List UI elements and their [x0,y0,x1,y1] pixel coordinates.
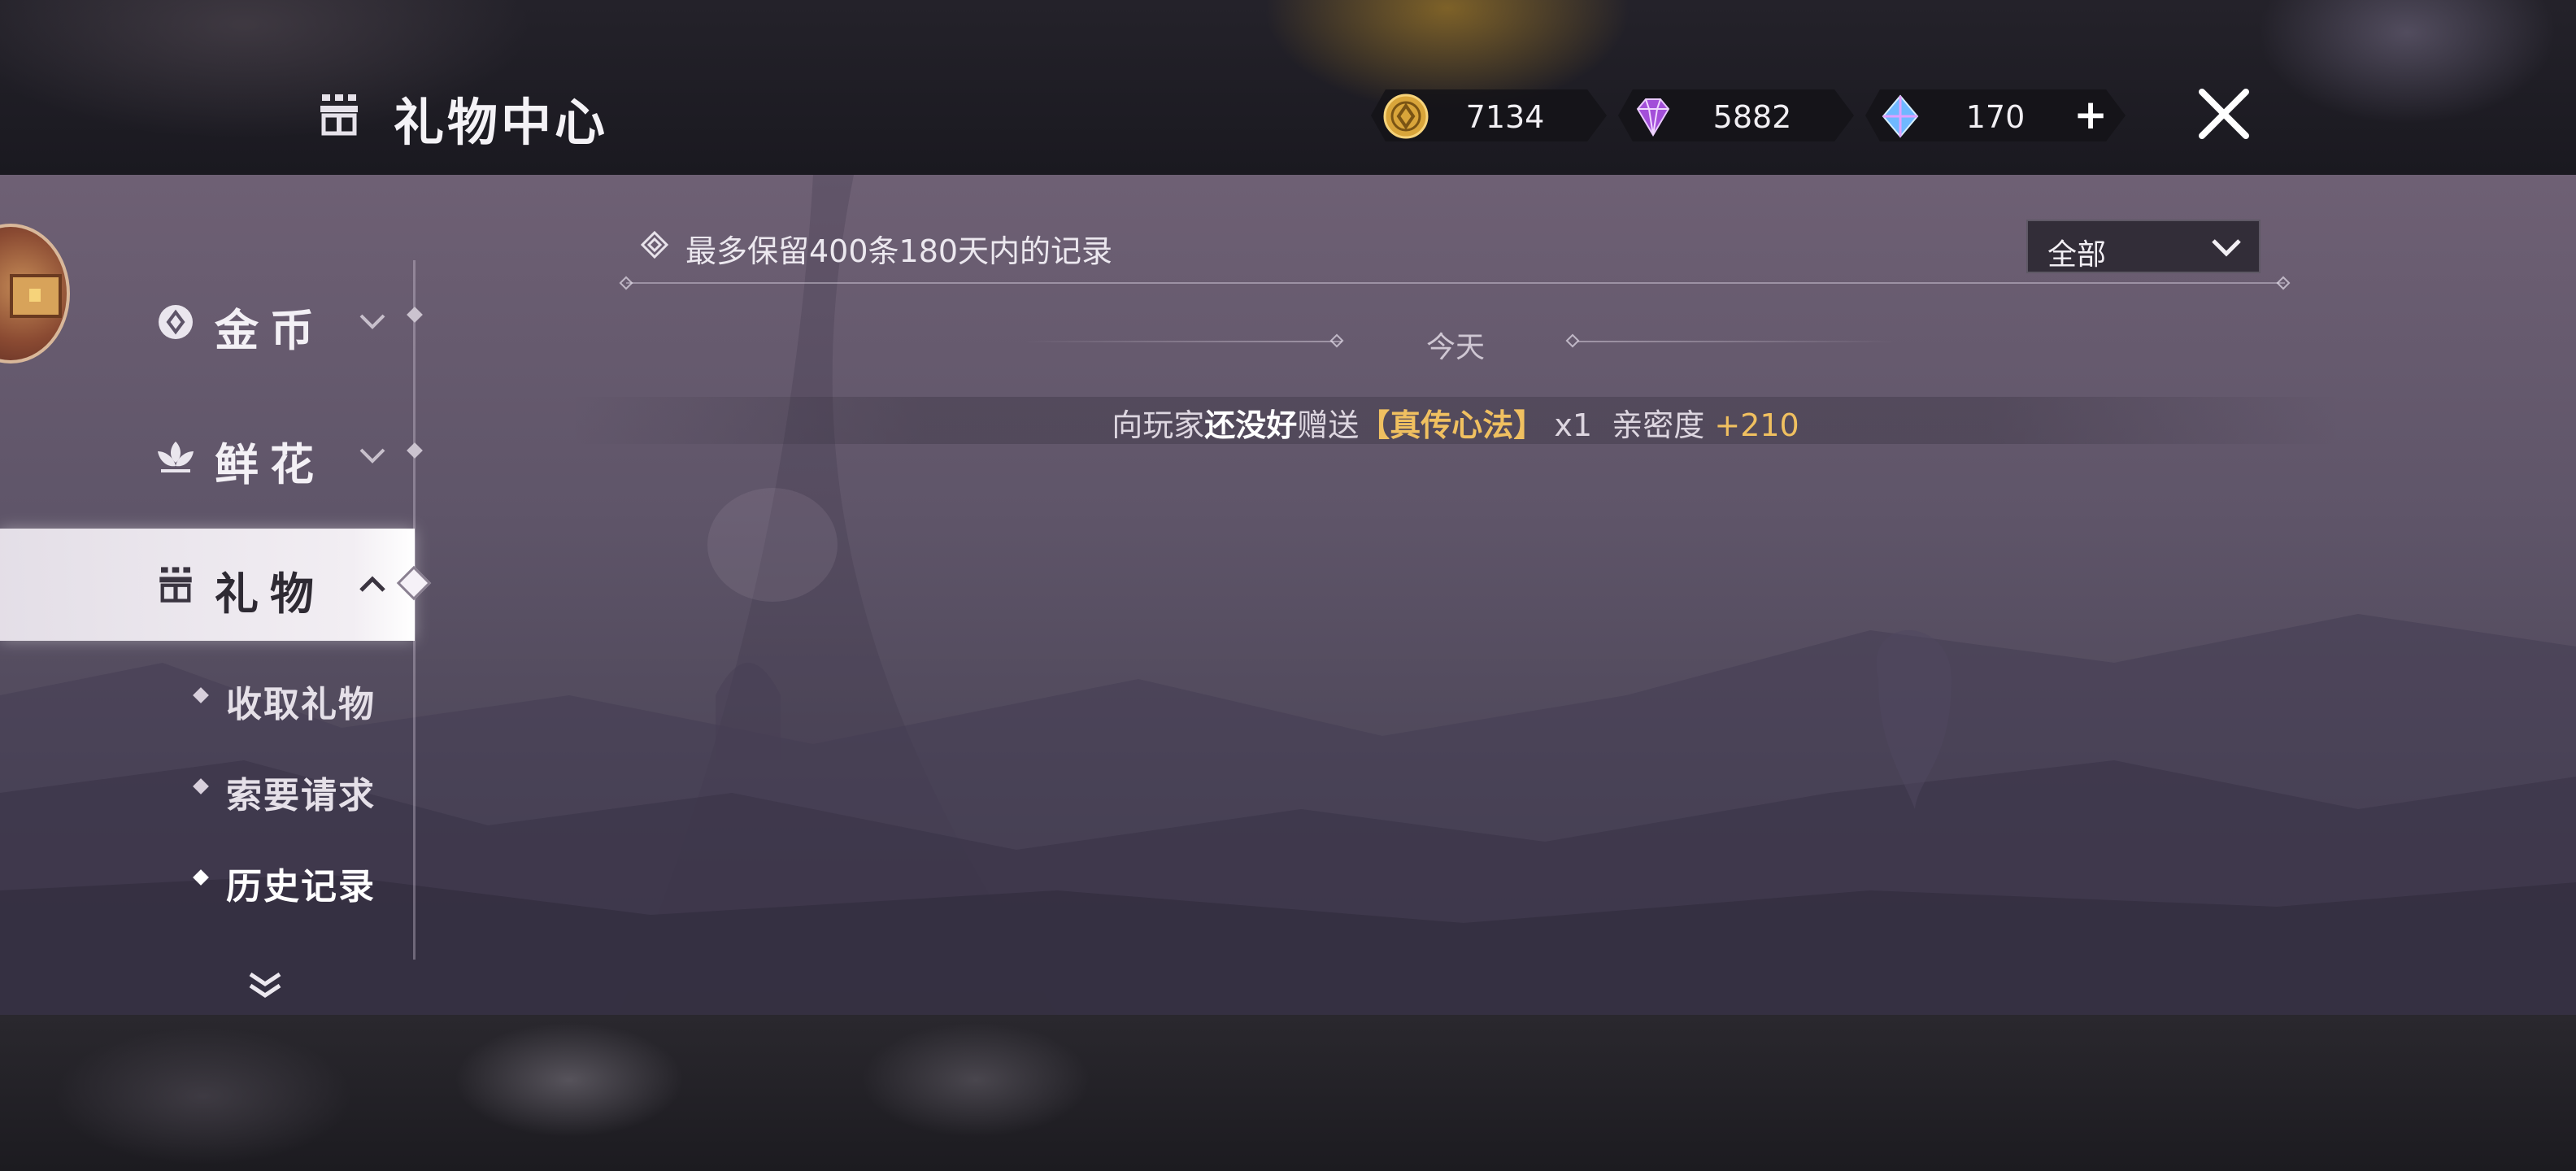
chevron-down-icon [2212,239,2241,257]
top-background [0,0,2576,175]
bullet-icon [193,778,209,794]
sidebar-item-label: 金币 [215,305,325,356]
gem-amount: 5882 [1712,99,1792,135]
record-action: 赠送 [1297,407,1360,443]
submenu-label: 索要请求 [226,775,376,816]
crystal-amount: 170 [1965,99,2026,135]
submenu-label: 收取礼物 [226,684,376,725]
chevron-down-icon [359,314,385,329]
flower-icon [158,442,194,472]
add-crystal-button[interactable]: + [2073,94,2108,135]
gift-icon [159,567,192,603]
purple-gem-icon [1630,93,1677,140]
chevron-up-icon [359,576,385,592]
coin-icon [159,305,193,339]
close-icon[interactable] [2195,85,2252,142]
chevron-down-icon [359,448,385,464]
record-prefix: 向玩家 [1112,407,1205,443]
record-limit-notice: 最多保留400条180天内的记录 [685,233,1113,269]
sidebar-item-gifts[interactable]: 礼物 [0,529,415,641]
sidebar-item-label: 礼物 [215,568,325,620]
header-divider [626,282,2285,284]
date-divider-right [1577,341,1895,342]
record-player: 还没好 [1204,407,1298,443]
sidebar-item-flowers[interactable]: 鲜花 [0,403,415,508]
record-stat-label: 亲密度 [1612,407,1705,443]
bottom-background [0,1015,2576,1171]
gift-icon [320,94,358,136]
page-title: 礼物中心 [394,93,609,152]
record-stat-value: +210 [1714,407,1799,443]
currency-blue-crystal: 170 + [1865,89,2126,141]
submenu-requests[interactable]: 索要请求 [193,763,407,816]
record-quantity: x1 [1554,407,1593,443]
filter-dropdown[interactable]: 全部 [2026,220,2261,273]
bullet-icon [193,687,209,703]
gold-coin-icon [1382,93,1429,140]
history-record: 向玩家还没好赠送【真传心法】 x1 亲密度 +210 [569,397,2342,444]
sidebar-item-label: 鲜花 [215,439,325,490]
bullet-icon [193,869,209,886]
record-item: 【真传心法】 [1359,407,1545,443]
currency-gold: 7134 [1371,89,1607,141]
date-group-label: 今天 [1425,331,1485,364]
sidebar-item-gold[interactable]: 金币 [0,268,415,374]
submenu-history[interactable]: 历史记录 [193,854,407,908]
blue-crystal-icon [1877,93,1924,140]
chevron-double-down-icon[interactable] [242,968,288,1003]
diamond-info-icon [641,231,668,259]
submenu-receive-gifts[interactable]: 收取礼物 [193,672,407,725]
filter-selected-value: 全部 [2047,238,2107,272]
submenu-label: 历史记录 [226,866,376,908]
date-divider-left [1025,341,1342,342]
gold-amount: 7134 [1465,99,1545,135]
record-text: 向玩家还没好赠送【真传心法】 x1 亲密度 +210 [569,400,2342,445]
currency-purple-gem: 5882 [1618,89,1854,141]
